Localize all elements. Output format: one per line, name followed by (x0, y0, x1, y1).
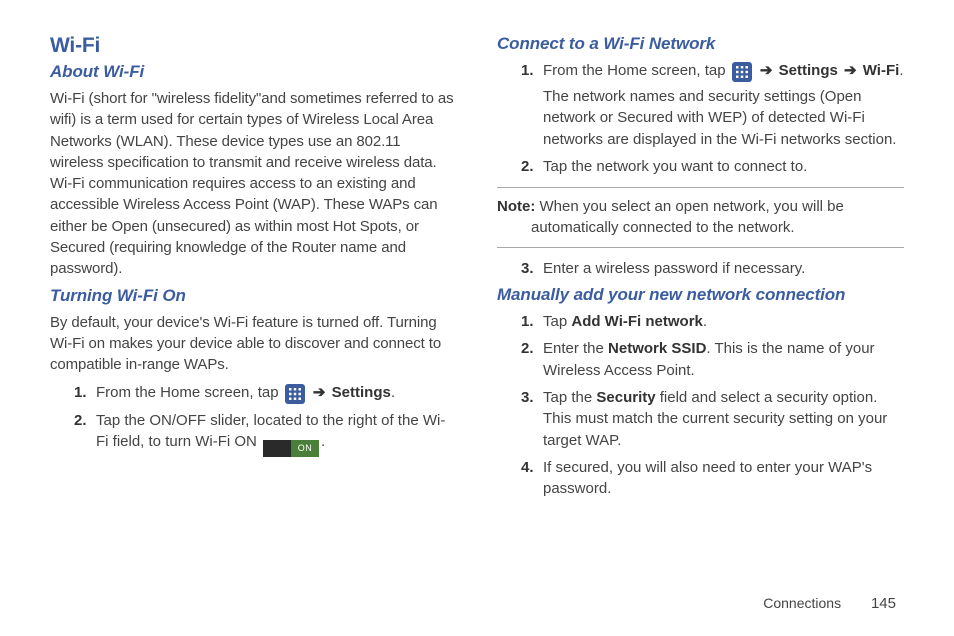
step-1: 1. From the Home screen, tap ➔ Settings. (74, 382, 457, 404)
note-body: automatically connected to the network. (497, 217, 904, 238)
wifi-label: Wi-Fi (863, 62, 900, 79)
step-2: 2. Enter the Network SSID. This is the n… (521, 338, 904, 381)
step-text-a: Enter the (543, 340, 608, 357)
footer-page-number: 145 (871, 595, 896, 612)
step-text-c: . (703, 313, 707, 330)
connect-steps-cont: 3. Enter a wireless password if necessar… (497, 258, 904, 279)
step-4: 4. If secured, you will also need to ent… (521, 457, 904, 500)
heading-wifi: Wi-Fi (50, 34, 457, 58)
step-number: 1. (521, 311, 534, 332)
step-number: 1. (521, 60, 534, 81)
page-footer: Connections 145 (763, 595, 896, 612)
arrow-icon: ➔ (313, 384, 326, 401)
footer-section: Connections (763, 595, 841, 611)
step-text-a: Tap (543, 313, 571, 330)
note-first-line: When you select an open network, you wil… (535, 198, 844, 215)
connect-steps: 1. From the Home screen, tap ➔ Settings … (497, 60, 904, 177)
left-column: Wi-Fi About Wi-Fi Wi-Fi (short for "wire… (50, 34, 457, 505)
arrow-icon: ➔ (844, 62, 857, 79)
settings-label: Settings (779, 62, 838, 79)
step-3: 3. Enter a wireless password if necessar… (521, 258, 904, 279)
apps-grid-icon (285, 384, 305, 404)
step-number: 3. (521, 387, 534, 408)
step-end: . (321, 433, 325, 450)
apps-grid-icon (732, 62, 752, 82)
step-text: From the Home screen, tap (96, 384, 283, 401)
note-label: Note: (497, 198, 535, 215)
step-number: 1. (74, 382, 87, 403)
network-ssid-label: Network SSID (608, 340, 706, 357)
security-label: Security (596, 389, 655, 406)
step-3: 3. Tap the Security field and select a s… (521, 387, 904, 451)
arrow-icon: ➔ (760, 62, 773, 79)
subheading-about-wifi: About Wi-Fi (50, 62, 457, 82)
subheading-turning-wifi-on: Turning Wi-Fi On (50, 286, 457, 306)
step-1: 1. From the Home screen, tap ➔ Settings … (521, 60, 904, 150)
subheading-connect-network: Connect to a Wi-Fi Network (497, 34, 904, 54)
step-body: The network names and security settings … (543, 88, 896, 148)
settings-label: Settings (332, 384, 391, 401)
step-end: . (391, 384, 395, 401)
note-block: Note: When you select an open network, y… (497, 187, 904, 248)
step-number: 2. (74, 410, 87, 431)
turning-on-steps: 1. From the Home screen, tap ➔ Settings.… (50, 382, 457, 458)
add-wifi-label: Add Wi-Fi network (571, 313, 703, 330)
subheading-manual-add: Manually add your new network connection (497, 285, 904, 305)
step-number: 4. (521, 457, 534, 478)
step-number: 2. (521, 156, 534, 177)
step-number: 2. (521, 338, 534, 359)
step-1: 1. Tap Add Wi-Fi network. (521, 311, 904, 332)
turning-on-paragraph: By default, your device's Wi-Fi feature … (50, 312, 457, 376)
step-end: . (899, 62, 903, 79)
step-text-a: Tap the (543, 389, 596, 406)
step-text: From the Home screen, tap (543, 62, 730, 79)
step-2: 2. Tap the network you want to connect t… (521, 156, 904, 177)
about-wifi-paragraph: Wi-Fi (short for "wireless fidelity"and … (50, 88, 457, 280)
step-text: Enter a wireless password if necessary. (543, 260, 805, 277)
step-text: Tap the network you want to connect to. (543, 158, 807, 175)
step-number: 3. (521, 258, 534, 279)
step-2: 2. Tap the ON/OFF slider, located to the… (74, 410, 457, 458)
right-column: Connect to a Wi-Fi Network 1. From the H… (497, 34, 904, 505)
manual-add-steps: 1. Tap Add Wi-Fi network. 2. Enter the N… (497, 311, 904, 499)
on-switch-icon: ON (263, 440, 319, 457)
step-text: If secured, you will also need to enter … (543, 459, 872, 497)
